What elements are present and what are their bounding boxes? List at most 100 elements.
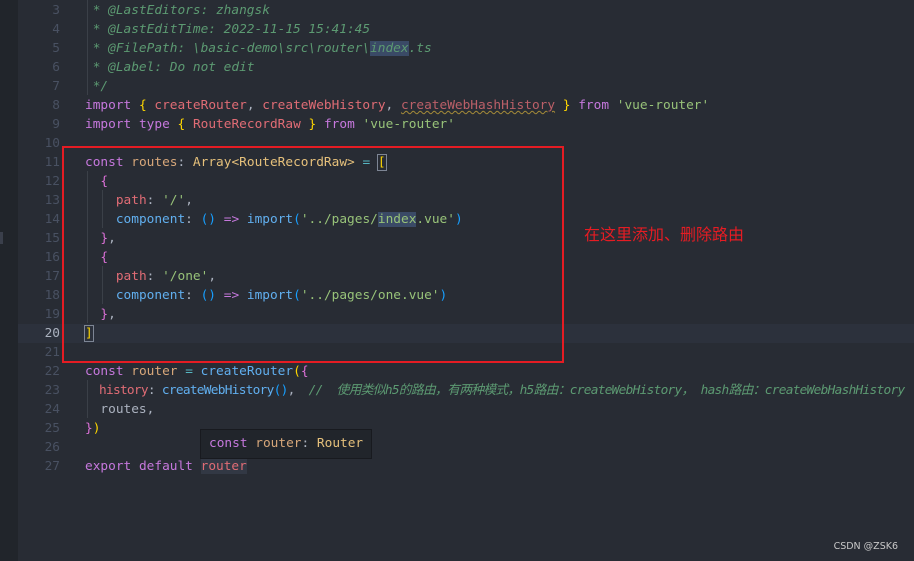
line-code: * @Label: Do not edit xyxy=(85,58,255,77)
code-token: createWebHistory xyxy=(161,383,274,398)
line-number: 25 xyxy=(44,421,60,436)
line-code: history: createWebHistory(), // 使用类似h5的路… xyxy=(85,381,906,400)
watermark: CSDN @ZSK6 xyxy=(833,541,898,552)
code-line[interactable]: 5 * @FilePath: \basic-demo\src\router\in… xyxy=(18,39,914,58)
code-line[interactable]: 3 * @LastEditors: zhangsk xyxy=(18,1,914,20)
line-number: 10 xyxy=(44,136,60,151)
code-line[interactable]: 24 routes, xyxy=(18,400,914,419)
code-token: , xyxy=(385,98,401,113)
code-token: RouteRecordRaw xyxy=(192,117,301,132)
code-line[interactable]: 23 history: createWebHistory(), // 使用类似h… xyxy=(18,381,914,400)
line-code: * @FilePath: \basic-demo\src\router\inde… xyxy=(85,39,432,58)
code-line[interactable]: 22 const router = createRouter({ xyxy=(18,362,914,381)
code-token: from xyxy=(323,117,355,132)
code-token: createRouter xyxy=(154,98,247,113)
tooltip-name: router xyxy=(255,436,302,451)
code-line[interactable]: 27 export default router xyxy=(18,457,914,476)
code-line[interactable]: 8 import { createRouter, createWebHistory… xyxy=(18,96,914,115)
line-number: 4 xyxy=(52,22,60,37)
code-token: { xyxy=(300,364,309,379)
code-token: createRouter xyxy=(200,364,294,379)
line-number: 3 xyxy=(52,3,60,18)
code-token: } xyxy=(562,98,571,113)
tooltip-keyword: const xyxy=(209,436,248,451)
activity-bar xyxy=(0,0,18,561)
code-token: () xyxy=(273,383,289,398)
line-number: 9 xyxy=(52,117,60,132)
code-token: index xyxy=(370,41,409,56)
line-code: * @LastEditors: zhangsk xyxy=(85,1,270,20)
code-token: .ts xyxy=(408,41,432,56)
line-number: 19 xyxy=(44,307,60,322)
tooltip-type: Router xyxy=(316,436,364,451)
line-number: 20 xyxy=(44,326,60,341)
line-number: 23 xyxy=(44,383,60,398)
code-token: type xyxy=(138,117,170,132)
line-number: 8 xyxy=(52,98,60,113)
code-line[interactable]: 25}) xyxy=(18,419,914,438)
code-line[interactable]: 4 * @LastEditTime: 2022-11-15 15:41:45 xyxy=(18,20,914,39)
line-number: 21 xyxy=(44,345,60,360)
line-number: 17 xyxy=(44,269,60,284)
code-token: 'vue-router' xyxy=(616,98,710,113)
line-number: 16 xyxy=(44,250,60,265)
code-token: , xyxy=(287,383,309,398)
line-code: import { createRouter, createWebHistory,… xyxy=(85,96,709,115)
line-number: 22 xyxy=(44,364,60,379)
code-token: from xyxy=(578,98,610,113)
code-line[interactable]: 9 import type { RouteRecordRaw } from 'vu… xyxy=(18,115,914,134)
code-token: createWebHistory xyxy=(262,98,386,113)
line-number: 18 xyxy=(44,288,60,303)
code-token: router xyxy=(200,459,247,474)
code-token: = xyxy=(185,364,193,379)
hover-tooltip: const router: Router xyxy=(200,429,373,459)
tooltip-sep: : xyxy=(301,436,317,451)
line-code: const router = createRouter({ xyxy=(85,362,309,381)
code-token: { xyxy=(138,98,147,113)
code-token: * @LastEditTime: 2022-11-15 15:41:45 xyxy=(85,22,371,37)
code-token: import xyxy=(85,98,132,113)
code-token: routes, xyxy=(85,402,155,417)
code-token: 'vue-router' xyxy=(362,117,455,132)
code-token: default xyxy=(138,459,193,474)
code-token: * @Label: Do not edit xyxy=(85,60,255,75)
code-token: * @LastEditors: zhangsk xyxy=(85,3,270,18)
line-number: 27 xyxy=(44,459,60,474)
code-line[interactable]: 6 * @Label: Do not edit xyxy=(18,58,914,77)
code-token: : xyxy=(147,383,162,398)
line-code: export default router xyxy=(85,457,247,476)
line-code: */ xyxy=(85,77,108,96)
code-token: // 使用类似h5的路由，有两种模式，h5路由：createWebHistory… xyxy=(308,383,906,398)
line-code: routes, xyxy=(85,400,154,419)
line-number: 26 xyxy=(44,440,60,455)
code-token: createWebHashHistory xyxy=(400,98,556,113)
line-code: import type { RouteRecordRaw } from 'vue… xyxy=(85,115,455,134)
code-token: ) xyxy=(92,421,101,436)
code-token: ( xyxy=(293,364,301,379)
code-token: * @FilePath: \basic-demo\src\router\ xyxy=(85,41,371,56)
line-number: 7 xyxy=(52,79,60,94)
code-token: , xyxy=(246,98,263,113)
code-line[interactable]: 26 xyxy=(18,438,914,457)
code-token: } xyxy=(85,421,93,436)
code-token: */ xyxy=(85,79,109,94)
code-token: export xyxy=(85,459,132,474)
line-number: 12 xyxy=(44,174,60,189)
code-line[interactable]: 7 */ xyxy=(18,77,914,96)
line-number: 6 xyxy=(52,60,60,75)
code-token: const xyxy=(85,364,124,379)
line-code: }) xyxy=(85,419,100,438)
line-number: 15 xyxy=(44,231,60,246)
